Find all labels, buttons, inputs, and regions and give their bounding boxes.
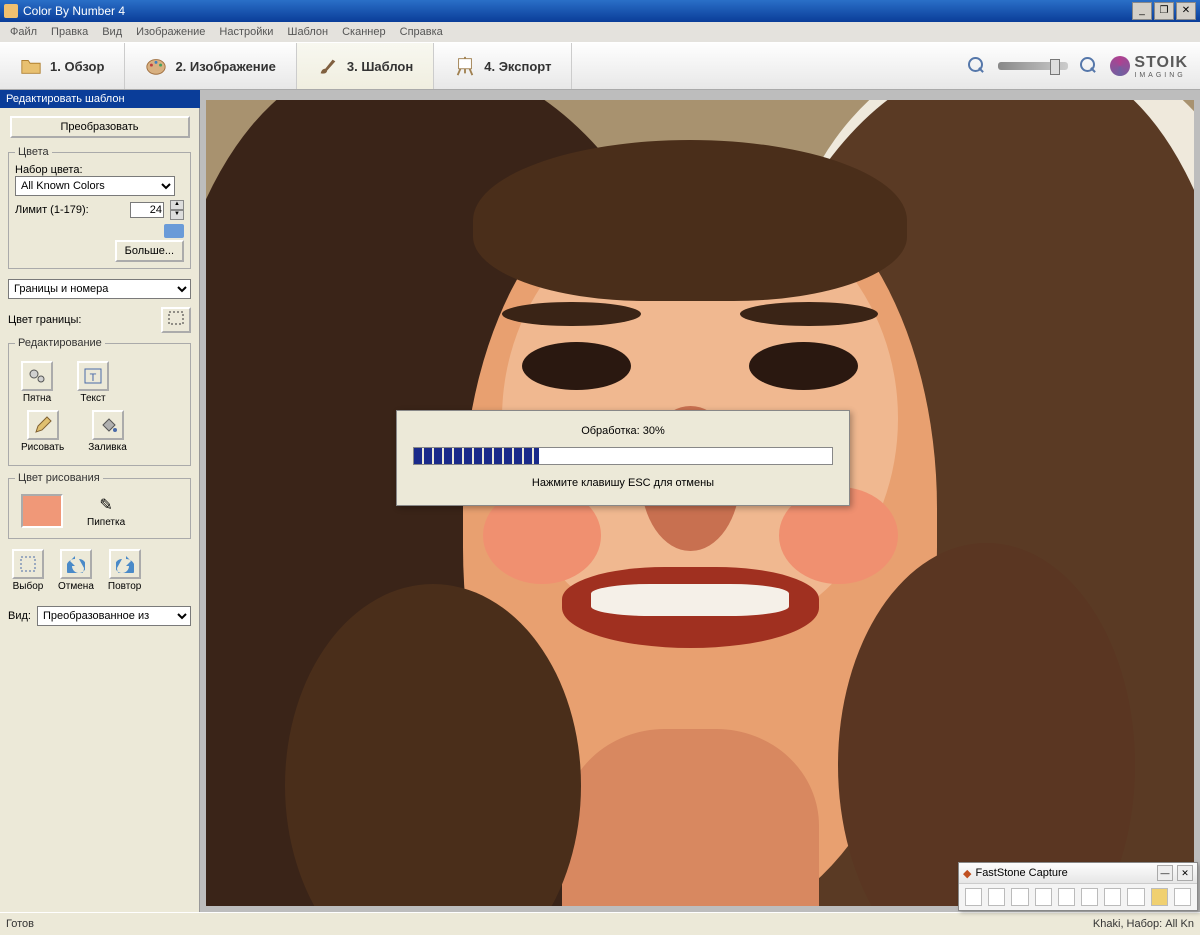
spots-icon (27, 366, 47, 386)
tool-select[interactable]: Выбор (12, 549, 44, 592)
step-label: 1. Обзор (50, 59, 104, 74)
more-button[interactable]: Больше... (115, 240, 184, 262)
colorset-label: Набор цвета: (15, 164, 184, 176)
undo-icon (67, 555, 85, 573)
tool-text[interactable]: T Текст (77, 361, 109, 404)
faststone-window[interactable]: ◆ FastStone Capture — ✕ (958, 862, 1198, 911)
faststone-icon: ◆ (963, 867, 971, 880)
limit-spinner[interactable]: ▲▼ (170, 200, 184, 220)
zoom-slider[interactable] (998, 62, 1068, 70)
canvas-area: Обработка: 30% Нажмите клавишу ESC для о… (200, 90, 1200, 912)
menu-image[interactable]: Изображение (130, 24, 211, 40)
fs-capture-fixed[interactable] (1104, 888, 1121, 906)
colors-group: Цвета Набор цвета: All Known Colors Лими… (8, 146, 191, 269)
drawcolor-legend: Цвет рисования (15, 472, 103, 484)
faststone-close[interactable]: ✕ (1177, 865, 1193, 881)
fs-capture-rect[interactable] (1011, 888, 1028, 906)
folder-icon (20, 55, 42, 77)
menu-template[interactable]: Шаблон (281, 24, 334, 40)
limit-label: Лимит (1-179): (15, 204, 89, 216)
svg-text:T: T (90, 372, 97, 384)
progress-cancel-hint: Нажмите клавишу ESC для отмены (413, 477, 833, 489)
view-select[interactable]: Преобразованное из (37, 606, 191, 626)
zoom-out-icon[interactable] (968, 57, 986, 75)
step-template[interactable]: 3. Шаблон (297, 43, 434, 89)
minimize-button[interactable]: _ (1132, 2, 1152, 20)
titlebar: Color By Number 4 _ ❐ ✕ (0, 0, 1200, 22)
status-right: Khaki, Набор: All Kn (1093, 918, 1194, 930)
editing-group: Редактирование Пятна T Текст Рисовать (8, 337, 191, 466)
progress-label: Обработка: 30% (413, 425, 833, 437)
app-icon (4, 4, 18, 18)
step-label: 3. Шаблон (347, 59, 413, 74)
menu-scanner[interactable]: Сканнер (336, 24, 392, 40)
fs-capture-freehand[interactable] (1035, 888, 1052, 906)
menu-help[interactable]: Справка (394, 24, 449, 40)
brand-logo: STOIKIMAGING (1110, 54, 1188, 79)
brush-icon (317, 55, 339, 77)
step-export[interactable]: 4. Экспорт (434, 43, 572, 89)
border-color-button[interactable] (161, 307, 191, 333)
step-overview[interactable]: 1. Обзор (0, 43, 125, 89)
swirl-icon (1110, 56, 1130, 76)
panel-header: Редактировать шаблон (0, 90, 200, 108)
faststone-title: FastStone Capture (975, 867, 1067, 879)
progress-bar (413, 447, 833, 465)
fs-settings[interactable] (1151, 888, 1168, 906)
transform-button[interactable]: Преобразовать (10, 116, 190, 138)
tool-pipette[interactable]: ✎ Пипетка (87, 495, 125, 528)
border-color-label: Цвет границы: (8, 314, 81, 326)
window-title: Color By Number 4 (23, 4, 125, 18)
close-button[interactable]: ✕ (1176, 2, 1196, 20)
fs-capture-active[interactable] (965, 888, 982, 906)
faststone-toolbar (959, 884, 1197, 910)
fs-capture-scroll[interactable] (1081, 888, 1098, 906)
step-label: 2. Изображение (175, 59, 275, 74)
fs-output[interactable] (1174, 888, 1191, 906)
drawcolor-group: Цвет рисования ✎ Пипетка (8, 472, 191, 539)
redo-icon (116, 555, 134, 573)
step-label: 4. Экспорт (484, 59, 551, 74)
current-color-swatch[interactable] (21, 494, 63, 528)
limit-input[interactable] (130, 202, 164, 218)
editing-legend: Редактирование (15, 337, 105, 349)
tool-draw[interactable]: Рисовать (21, 410, 64, 453)
easel-icon (454, 55, 476, 77)
menu-settings[interactable]: Настройки (213, 24, 279, 40)
tool-fill[interactable]: Заливка (88, 410, 127, 453)
more-icon (164, 224, 184, 238)
pencil-icon (33, 415, 53, 435)
status-left: Готов (6, 918, 34, 930)
colors-legend: Цвета (15, 146, 52, 158)
fs-record[interactable] (1127, 888, 1144, 906)
menu-file[interactable]: Файл (4, 24, 43, 40)
menu-view[interactable]: Вид (96, 24, 128, 40)
borders-select[interactable]: Границы и номера (8, 279, 191, 299)
select-icon (19, 555, 37, 573)
fs-capture-window[interactable] (988, 888, 1005, 906)
bucket-icon (98, 415, 118, 435)
tool-undo[interactable]: Отмена (58, 549, 94, 592)
statusbar: Готов Khaki, Набор: All Kn (0, 912, 1200, 935)
text-icon: T (83, 366, 103, 386)
border-color-icon (166, 309, 186, 327)
step-tabs: 1. Обзор 2. Изображение 3. Шаблон 4. Экс… (0, 42, 1200, 90)
tool-redo[interactable]: Повтор (108, 549, 141, 592)
zoom-in-icon[interactable] (1080, 57, 1098, 75)
colorset-select[interactable]: All Known Colors (15, 176, 175, 196)
tool-spots[interactable]: Пятна (21, 361, 53, 404)
sidebar: Преобразовать Цвета Набор цвета: All Kno… (0, 108, 200, 912)
faststone-minimize[interactable]: — (1157, 865, 1173, 881)
fs-capture-full[interactable] (1058, 888, 1075, 906)
view-label: Вид: (8, 610, 31, 622)
palette-icon (145, 55, 167, 77)
pipette-icon: ✎ (99, 495, 112, 515)
canvas-image[interactable]: Обработка: 30% Нажмите клавишу ESC для о… (206, 100, 1194, 906)
progress-dialog: Обработка: 30% Нажмите клавишу ESC для о… (396, 410, 850, 506)
menu-edit[interactable]: Правка (45, 24, 94, 40)
maximize-button[interactable]: ❐ (1154, 2, 1174, 20)
menubar: Файл Правка Вид Изображение Настройки Ша… (0, 22, 1200, 42)
step-image[interactable]: 2. Изображение (125, 43, 296, 89)
